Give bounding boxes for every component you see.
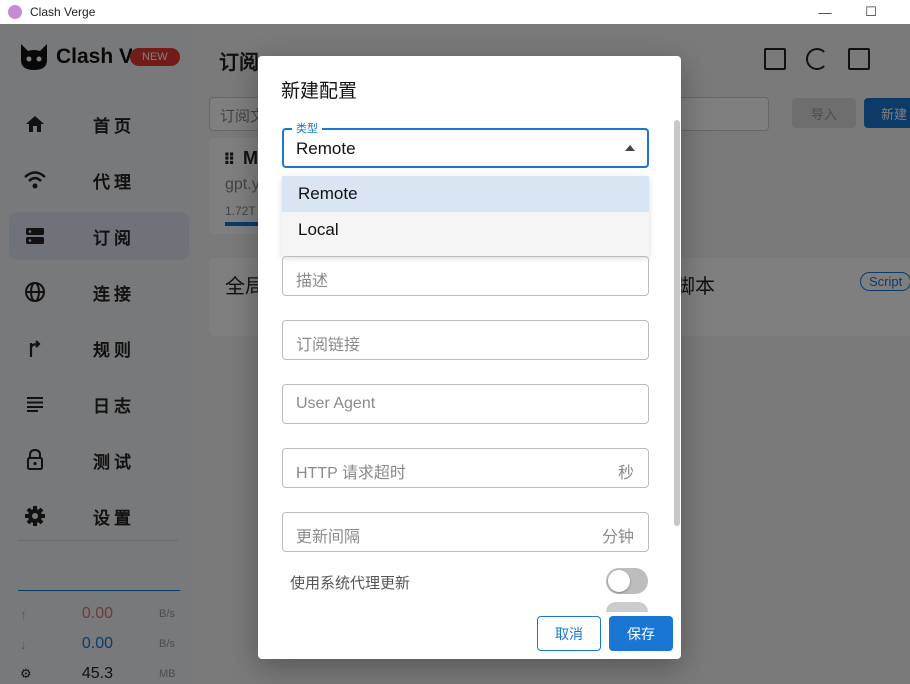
system-proxy-label: 使用系统代理更新 xyxy=(290,575,411,592)
http-timeout-field[interactable]: HTTP 请求超时 秒 xyxy=(282,448,649,488)
type-select[interactable]: 类型 Remote xyxy=(282,120,649,168)
title-bar: Clash Verge — ☐ xyxy=(0,0,910,24)
minimize-button[interactable]: — xyxy=(802,0,848,24)
app-icon xyxy=(8,5,22,19)
timeout-unit: 秒 xyxy=(617,465,634,482)
new-profile-dialog: 新建配置 类型 Remote Remote Local 描述 订阅链接 User… xyxy=(258,56,681,659)
menu-item-local[interactable]: Local xyxy=(282,212,649,248)
description-placeholder: 描述 xyxy=(296,273,329,290)
user-agent-placeholder: User Agent xyxy=(296,395,376,412)
dialog-scrollbar[interactable] xyxy=(674,120,680,526)
description-field[interactable]: 描述 xyxy=(282,256,649,296)
interval-placeholder: 更新间隔 xyxy=(296,529,361,546)
type-value: Remote xyxy=(296,139,356,158)
menu-item-remote[interactable]: Remote xyxy=(282,176,649,212)
save-button[interactable]: 保存 xyxy=(609,616,673,651)
window-title: Clash Verge xyxy=(30,5,96,19)
timeout-placeholder: HTTP 请求超时 xyxy=(296,465,406,482)
user-agent-field[interactable]: User Agent xyxy=(282,384,649,424)
system-proxy-row: 使用系统代理更新 xyxy=(290,568,650,598)
interval-unit: 分钟 xyxy=(601,529,634,546)
caret-up-icon xyxy=(625,145,635,151)
update-interval-field[interactable]: 更新间隔 分钟 xyxy=(282,512,649,552)
type-label: 类型 xyxy=(292,120,322,136)
system-proxy-toggle[interactable] xyxy=(606,568,648,594)
type-dropdown-menu: Remote Local xyxy=(282,176,649,256)
maximize-button[interactable]: ☐ xyxy=(848,0,894,24)
cancel-button[interactable]: 取消 xyxy=(537,616,601,651)
toggle-knob xyxy=(608,570,630,592)
dialog-title: 新建配置 xyxy=(281,81,358,102)
subscription-url-field[interactable]: 订阅链接 xyxy=(282,320,649,360)
url-placeholder: 订阅链接 xyxy=(296,337,361,354)
partial-toggle[interactable] xyxy=(606,602,648,612)
